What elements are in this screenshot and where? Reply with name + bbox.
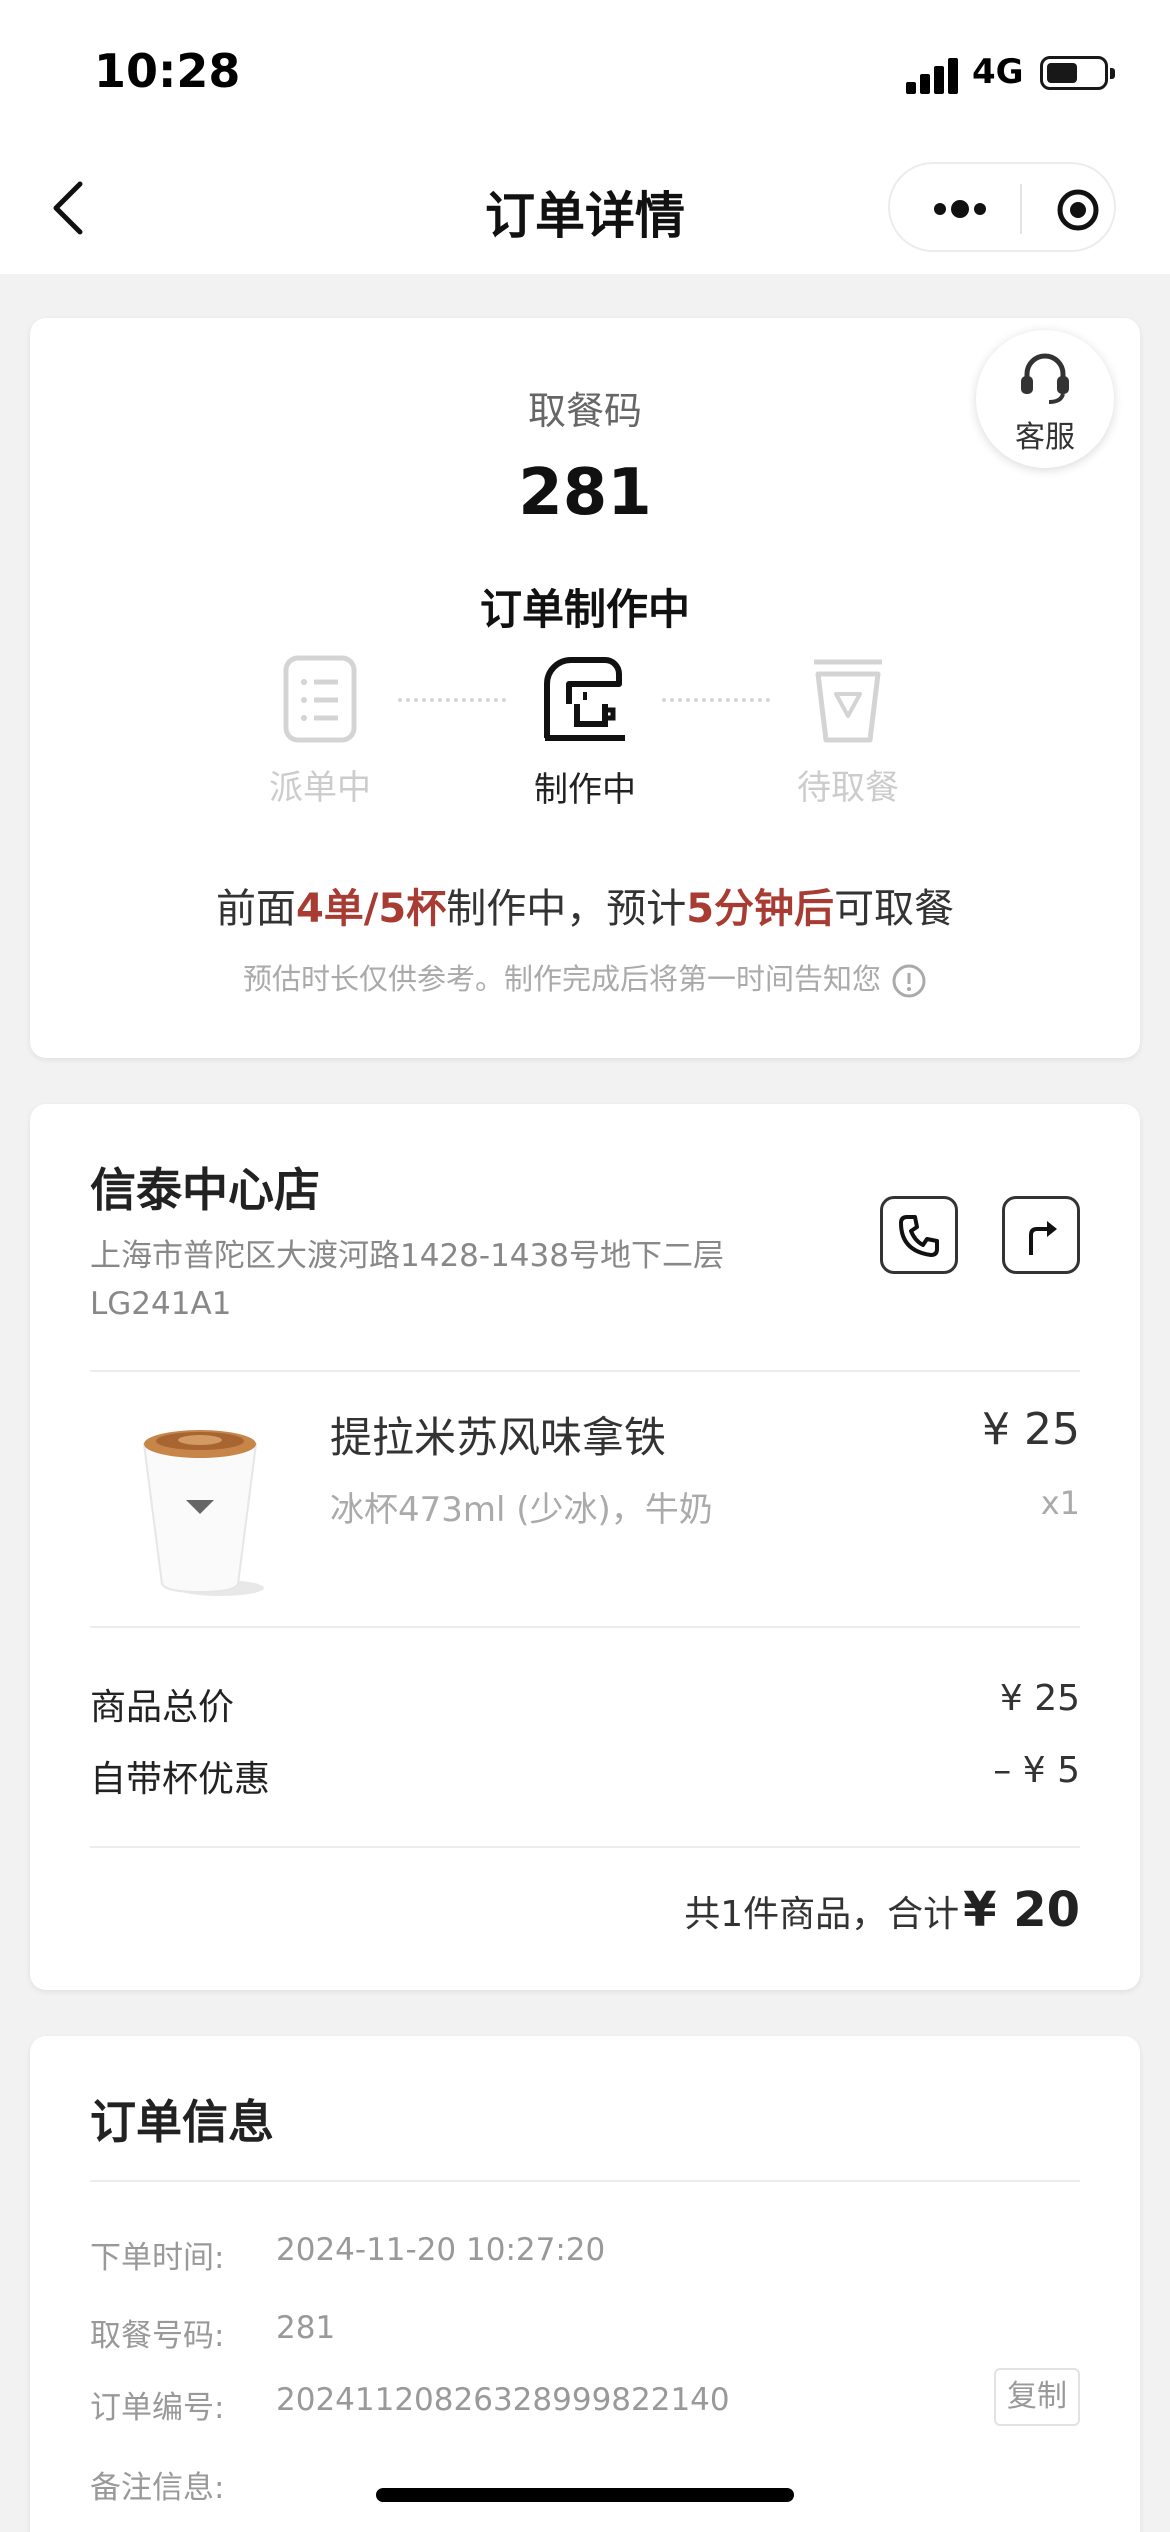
order-info-card: 订单信息 下单时间: 2024-11-20 10:27:20 取餐号码: 281… (30, 2036, 1140, 2532)
pickup-code-label: 取餐码 (527, 389, 642, 433)
info-icon[interactable] (891, 963, 927, 999)
product-price: ¥ 25 (982, 1404, 1080, 1455)
order-number-label: 订单编号: (90, 2390, 225, 2426)
capsule-divider (1020, 184, 1022, 234)
step-dispatching: 派单中 (220, 654, 420, 809)
step-ready: 待取餐 (748, 654, 948, 809)
divider (90, 1626, 1080, 1628)
navigate-button[interactable] (1002, 1196, 1080, 1274)
more-button[interactable] (930, 192, 990, 226)
subtotal-value: ¥ 25 (999, 1678, 1080, 1719)
step-label: 待取餐 (797, 768, 899, 808)
clipboard-icon (283, 655, 357, 743)
directions-icon (1029, 1221, 1057, 1255)
nav-bar: 订单详情 (0, 140, 1170, 274)
coffee-cup-image (142, 1430, 264, 1596)
order-status: 订单制作中 (479, 585, 690, 634)
estimate-note-text: 预估时长仅供参考。制作完成后将第一时间告知您 (242, 962, 881, 996)
queue-middle: 制作中，预计 (446, 886, 687, 932)
divider (90, 2180, 1080, 2182)
store-address: 上海市普陀区大渡河路1428-1438号地下二层LG241A1 (90, 1238, 724, 1322)
queue-prefix: 前面 (215, 886, 296, 932)
pickup-card: 客服 取餐码 281 订单制作中 派单中 制作中 待取餐 前面4单/5杯制作中，… (30, 318, 1140, 1058)
queue-count: 4单/5杯 (295, 886, 447, 932)
order-detail-page: 10:28 4G 订单详情 客服 取餐码 281 订单制作中 派单中 制作中 待… (0, 0, 1170, 2532)
product-image (130, 1404, 270, 1604)
battery-icon (1040, 56, 1115, 90)
order-info-title: 订单信息 (90, 2095, 274, 2149)
step-label: 制作中 (534, 770, 636, 810)
product-spec: 冰杯473ml (少冰)，牛奶 (330, 1490, 713, 1530)
step-label: 派单中 (269, 768, 371, 808)
subtotal-label: 商品总价 (90, 1687, 235, 1728)
order-number-value: 20241120826328999822140 (276, 2382, 730, 2418)
home-indicator[interactable] (376, 2488, 794, 2502)
product-name: 提拉米苏风味拿铁 (330, 1413, 667, 1462)
divider (90, 1846, 1080, 1848)
status-bar: 10:28 4G (0, 0, 1170, 140)
cup-icon (814, 659, 882, 743)
mini-program-capsule (888, 162, 1116, 252)
remark-label: 备注信息: (90, 2470, 225, 2506)
queue-status: 前面4单/5杯制作中，预计5分钟后可取餐 (30, 876, 1140, 934)
divider (90, 1370, 1080, 1372)
order-time-label: 下单时间: (90, 2240, 225, 2276)
own-cup-discount-value: – ¥ 5 (993, 1750, 1080, 1791)
more-dots-icon (934, 200, 986, 218)
phone-icon (899, 1215, 939, 1257)
queue-time: 5分钟后 (686, 886, 835, 932)
total-prefix: 共1件商品，合计 (684, 1894, 960, 1935)
close-mini-program-button[interactable] (1056, 188, 1100, 232)
estimate-note: 预估时长仅供参考。制作完成后将第一时间告知您 (30, 956, 1140, 999)
own-cup-discount-label: 自带杯优惠 (90, 1759, 271, 1800)
pickup-code: 281 (518, 456, 652, 530)
network-type: 4G (972, 52, 1024, 92)
pickup-number-label: 取餐号码: (90, 2318, 225, 2354)
order-total: 共1件商品，合计¥ 20 (684, 1882, 1080, 1938)
store-name: 信泰中心店 (90, 1163, 320, 1217)
queue-suffix: 可取餐 (834, 886, 955, 932)
product-quantity: x1 (1040, 1484, 1080, 1522)
pickup-number-value: 281 (276, 2310, 336, 2346)
target-icon (1057, 189, 1099, 231)
step-making: 制作中 (485, 654, 685, 811)
coffee-machine-icon (544, 657, 625, 741)
total-amount: ¥ 20 (963, 1882, 1080, 1938)
status-time: 10:28 (94, 44, 241, 98)
call-store-button[interactable] (880, 1196, 958, 1274)
copy-order-number-button[interactable]: 复制 (994, 2368, 1080, 2426)
order-time-value: 2024-11-20 10:27:20 (276, 2232, 606, 2268)
store-card: 信泰中心店 上海市普陀区大渡河路1428-1438号地下二层LG241A1 提拉… (30, 1104, 1140, 1990)
signal-icon (906, 58, 960, 94)
